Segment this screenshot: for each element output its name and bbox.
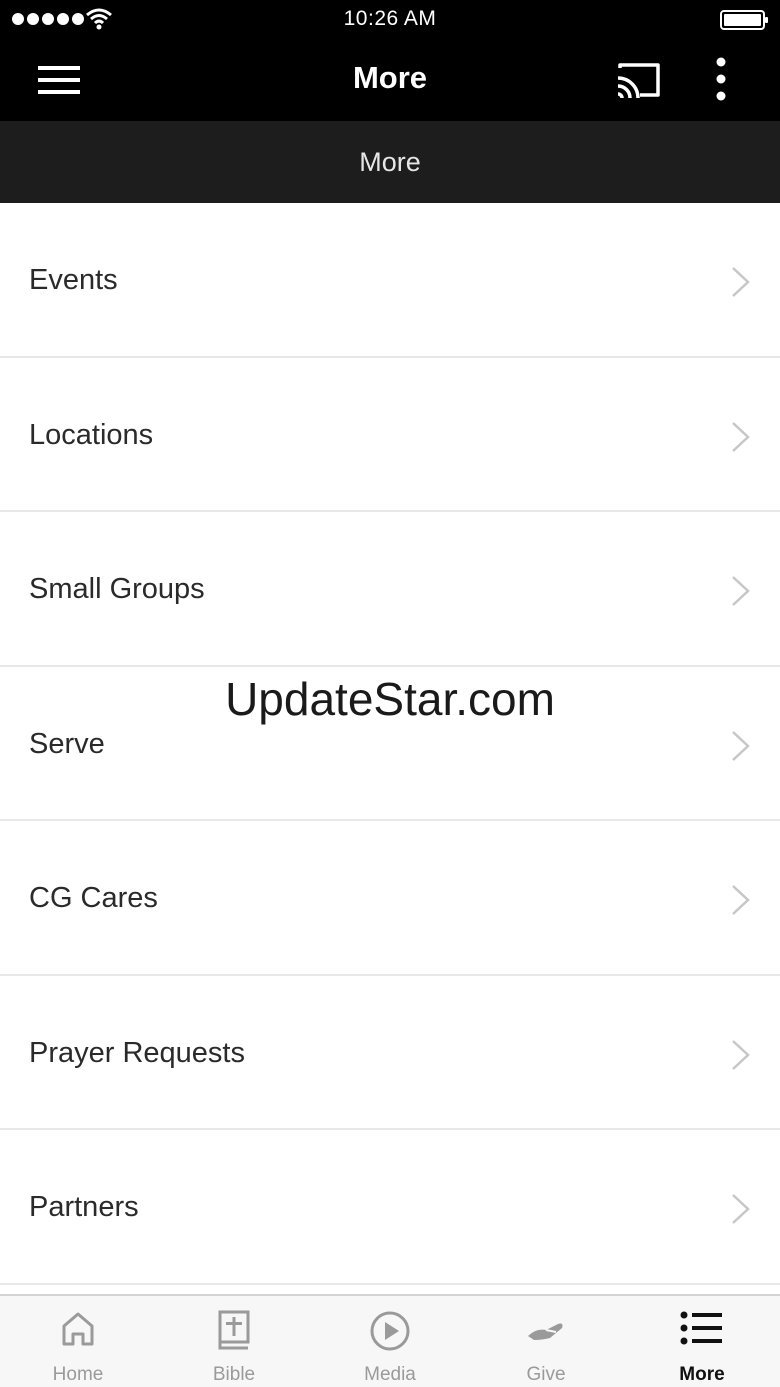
battery-icon [720,10,768,30]
bible-icon [218,1310,250,1350]
give-hand-icon [528,1323,563,1340]
list-item-label: Small Groups [29,573,205,605]
list-item-events[interactable]: Events [0,203,780,358]
chevron-right-icon [732,421,750,452]
list-item-serve[interactable]: Serve [0,667,780,821]
chevron-right-icon [732,885,750,915]
list-item-locations[interactable]: Locations [0,358,780,512]
tab-label: Bible [212,1364,256,1385]
tab-label: Home [52,1364,104,1385]
tab-more[interactable]: More [624,1296,780,1387]
tab-bible[interactable]: Bible [156,1296,312,1387]
cast-icon[interactable] [614,60,662,100]
chevron-right-icon [732,1194,750,1224]
more-menu-list: Events Locations Small Groups Serve CG C… [0,203,780,1294]
list-item-prayer-requests[interactable]: Prayer Requests [0,976,780,1130]
chevron-right-icon [732,730,750,761]
chevron-right-icon [732,576,750,606]
status-bar: 10:26 AM [0,0,780,40]
play-circle-icon [370,1311,410,1351]
list-item-label: Partners [29,1191,139,1223]
status-time: 10:26 AM [343,7,437,30]
tab-label: Give [526,1364,566,1385]
tab-label: Media [364,1364,416,1385]
home-icon [62,1312,94,1346]
nav-bar: More [0,40,780,121]
page-title: More [352,60,428,95]
chevron-right-icon [732,267,750,297]
list-item-cg-cares[interactable]: CG Cares [0,821,780,976]
section-header: More [0,121,780,203]
more-options-icon[interactable] [706,56,736,102]
list-item-label: Locations [29,418,154,451]
tab-give[interactable]: Give [468,1296,624,1387]
list-item-partners[interactable]: Partners [0,1130,780,1285]
list-item-label: CG Cares [29,882,158,914]
list-item-label: Events [29,264,118,296]
list-item-label: Prayer Requests [29,1036,245,1069]
list-item-small-groups[interactable]: Small Groups [0,512,780,667]
list-item-label: Serve [29,727,105,760]
tab-home[interactable]: Home [0,1296,156,1387]
list-icon [680,1311,722,1345]
tab-label: More [679,1364,725,1385]
chevron-right-icon [732,1039,750,1070]
tab-bar: Home Bible Media Give More [0,1294,780,1387]
tab-media[interactable]: Media [312,1296,468,1387]
